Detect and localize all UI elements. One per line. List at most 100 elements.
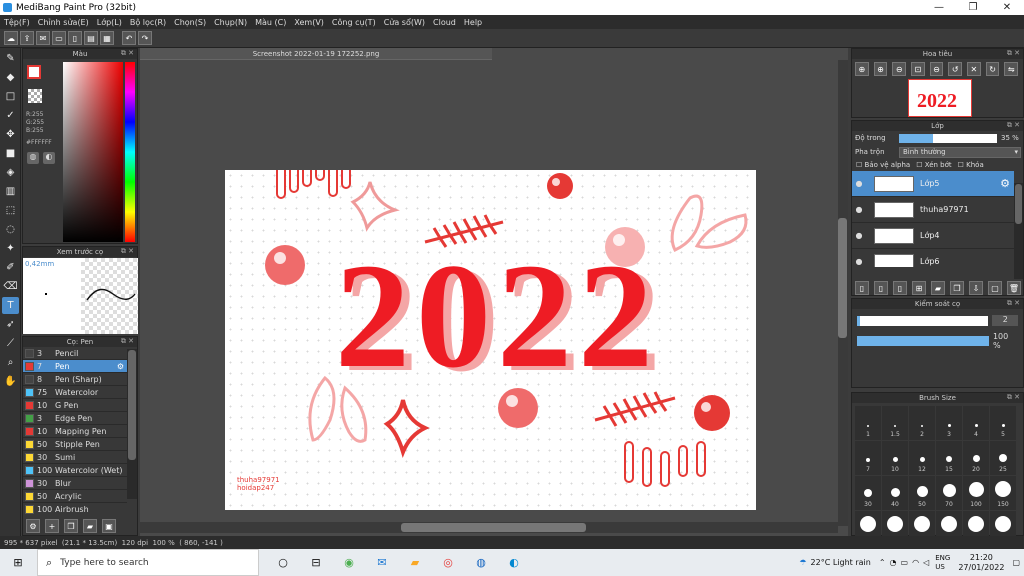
document-tab[interactable]: Screenshot 2022-01-19 172252.png	[140, 48, 492, 60]
wifi-icon[interactable]: ◠	[912, 558, 919, 567]
brush-opacity-slider[interactable]	[857, 336, 989, 346]
task-view-icon[interactable]: ○	[269, 553, 297, 573]
close-icon[interactable]: ⧉ ✕	[1007, 49, 1020, 58]
tray-chevron-icon[interactable]: ⌃	[879, 558, 886, 567]
menu-file[interactable]: Tệp(F)	[4, 18, 30, 27]
brush-size-option[interactable]: 7	[855, 441, 881, 475]
battery-icon[interactable]: ▭	[901, 558, 909, 567]
brush-item[interactable]: 30 Sumi	[23, 451, 127, 464]
visibility-icon[interactable]: ●	[852, 205, 866, 214]
brush-size-option[interactable]: 1.5	[882, 406, 908, 440]
clock[interactable]: 21:20 27/01/2022	[958, 553, 1004, 573]
weather-text[interactable]: 22°C Light rain	[811, 558, 871, 567]
cloud-icon[interactable]: ☁	[4, 31, 18, 45]
brush-settings-icon[interactable]: ⚙	[26, 519, 40, 533]
menu-edit[interactable]: Chỉnh sửa(E)	[38, 18, 89, 27]
lasso-tool-icon[interactable]: ◌	[2, 221, 19, 238]
brush-item[interactable]: 10 Mapping Pen	[23, 425, 127, 438]
close-icon[interactable]: ⧉ ✕	[121, 49, 134, 58]
close-icon[interactable]: ⧉ ✕	[121, 247, 134, 256]
brush-item[interactable]: 50 Acrylic	[23, 490, 127, 503]
menu-filter[interactable]: Bộ lọc(R)	[130, 18, 166, 27]
maximize-button[interactable]: ❐	[956, 0, 990, 15]
layer-folder-icon[interactable]: ▰	[931, 281, 945, 295]
duplicate-layer-icon[interactable]: ❐	[950, 281, 964, 295]
language-indicator[interactable]: ENG US	[935, 554, 950, 572]
add-layer-dropdown-icon[interactable]: ⊞	[912, 281, 926, 295]
network-icon[interactable]: ◔	[890, 558, 897, 567]
chrome-like-icon[interactable]: ◉	[335, 553, 363, 573]
brush-size-option[interactable]: 70	[936, 476, 962, 510]
rectangle-tool-icon[interactable]: □	[2, 88, 19, 105]
operation-tool-icon[interactable]: ➶	[2, 316, 19, 333]
drawing-canvas[interactable]: 2022 2022 thuha97971 hoidap247	[225, 170, 756, 510]
palette-icon[interactable]: ◍	[27, 152, 39, 164]
pages-icon[interactable]: ▤	[84, 31, 98, 45]
canvas-vertical-scroll-thumb[interactable]	[838, 218, 847, 338]
brush-size-option[interactable]: 15	[936, 441, 962, 475]
zoom-in-alt-icon[interactable]: ⊕	[873, 62, 888, 76]
brush-size-value[interactable]: 2	[992, 315, 1018, 326]
menu-help[interactable]: Help	[464, 18, 482, 27]
layer-row[interactable]: ● Lớp5 ⚙	[852, 171, 1014, 197]
select-rect-tool-icon[interactable]: ⬚	[2, 202, 19, 219]
add-brush-icon[interactable]: +	[45, 519, 59, 533]
layer-list-scrollbar[interactable]	[1014, 183, 1023, 279]
delete-layer-icon[interactable]: 🗑	[1007, 281, 1021, 295]
zalo-icon[interactable]: ◍	[467, 553, 495, 573]
flip-icon[interactable]: ⇋	[1004, 62, 1019, 76]
dot-tool-icon[interactable]: ✓	[2, 107, 19, 124]
color-mix-icon[interactable]: ◐	[43, 152, 55, 164]
visibility-icon[interactable]: ●	[852, 257, 866, 266]
minimize-button[interactable]: —	[922, 0, 956, 15]
brush-size-option[interactable]: 1	[855, 406, 881, 440]
select-eraser-tool-icon[interactable]: ⌫	[2, 278, 19, 295]
rotate-right-icon[interactable]: ↻	[985, 62, 1000, 76]
close-icon[interactable]: ⧉ ✕	[1007, 393, 1020, 402]
layer-row[interactable]: ● thuha97971	[852, 197, 1014, 223]
menu-window[interactable]: Cửa sổ(W)	[384, 18, 425, 27]
divide-tool-icon[interactable]: ⟋	[2, 335, 19, 352]
brush-size-option[interactable]: 5	[990, 406, 1016, 440]
select-pen-tool-icon[interactable]: ✐	[2, 259, 19, 276]
visibility-icon[interactable]: ●	[852, 231, 866, 240]
brush-item[interactable]: 10 G Pen	[23, 399, 127, 412]
brush-size-option[interactable]: 50	[909, 476, 935, 510]
hand-tool-icon[interactable]: ✋	[2, 373, 19, 390]
layer-settings-icon[interactable]: ▢	[988, 281, 1002, 295]
close-icon[interactable]: ⧉ ✕	[1007, 121, 1020, 130]
grid-icon[interactable]: ▦	[100, 31, 114, 45]
close-button[interactable]: ✕	[990, 0, 1024, 15]
chat-icon[interactable]: ▭	[52, 31, 66, 45]
comment-icon[interactable]: ✉	[36, 31, 50, 45]
new-8bit-layer-icon[interactable]: ▯	[893, 281, 907, 295]
eyedropper-tool-icon[interactable]: ⌕	[2, 354, 19, 371]
canvas-horizontal-scroll-thumb[interactable]	[401, 523, 586, 532]
transparent-color-swatch[interactable]	[28, 89, 42, 103]
chrome-icon[interactable]: ◎	[434, 553, 462, 573]
close-icon[interactable]: ⧉ ✕	[121, 337, 134, 346]
magic-wand-tool-icon[interactable]: ✦	[2, 240, 19, 257]
zoom-in-icon[interactable]: ⊕	[855, 62, 869, 76]
brush-item[interactable]: 3 Edge Pen	[23, 412, 127, 425]
new-layer-icon[interactable]: ▯	[855, 281, 869, 295]
mail-icon[interactable]: ✉	[368, 553, 396, 573]
redo-icon[interactable]: ↷	[138, 31, 152, 45]
brush-list-scrollbar[interactable]	[127, 349, 137, 499]
text-tool-icon[interactable]: T	[2, 297, 19, 314]
menu-snap[interactable]: Chụp(N)	[214, 18, 247, 27]
bucket-tool-icon[interactable]: ◈	[2, 164, 19, 181]
brush-item[interactable]: 100 Watercolor (Wet)	[23, 464, 127, 477]
brush-size-option[interactable]: 100	[963, 476, 989, 510]
saturation-value-picker[interactable]	[63, 62, 123, 242]
fit-icon[interactable]: ⊡	[911, 62, 925, 76]
page-icon[interactable]: ▯	[68, 31, 82, 45]
zoom-out-icon[interactable]: ⊖	[892, 62, 907, 76]
actual-size-icon[interactable]: ⊖	[929, 62, 944, 76]
brush-item[interactable]: 8 Pen (Sharp)	[23, 373, 127, 386]
foreground-color-swatch[interactable]	[27, 65, 41, 79]
taskbar-search-box[interactable]: ⌕ Type here to search	[37, 549, 259, 576]
brush-item[interactable]: 50 Stipple Pen	[23, 438, 127, 451]
brush-size-option[interactable]: 25	[990, 441, 1016, 475]
lock-checkbox[interactable]: ☐ Khóa	[958, 161, 984, 169]
